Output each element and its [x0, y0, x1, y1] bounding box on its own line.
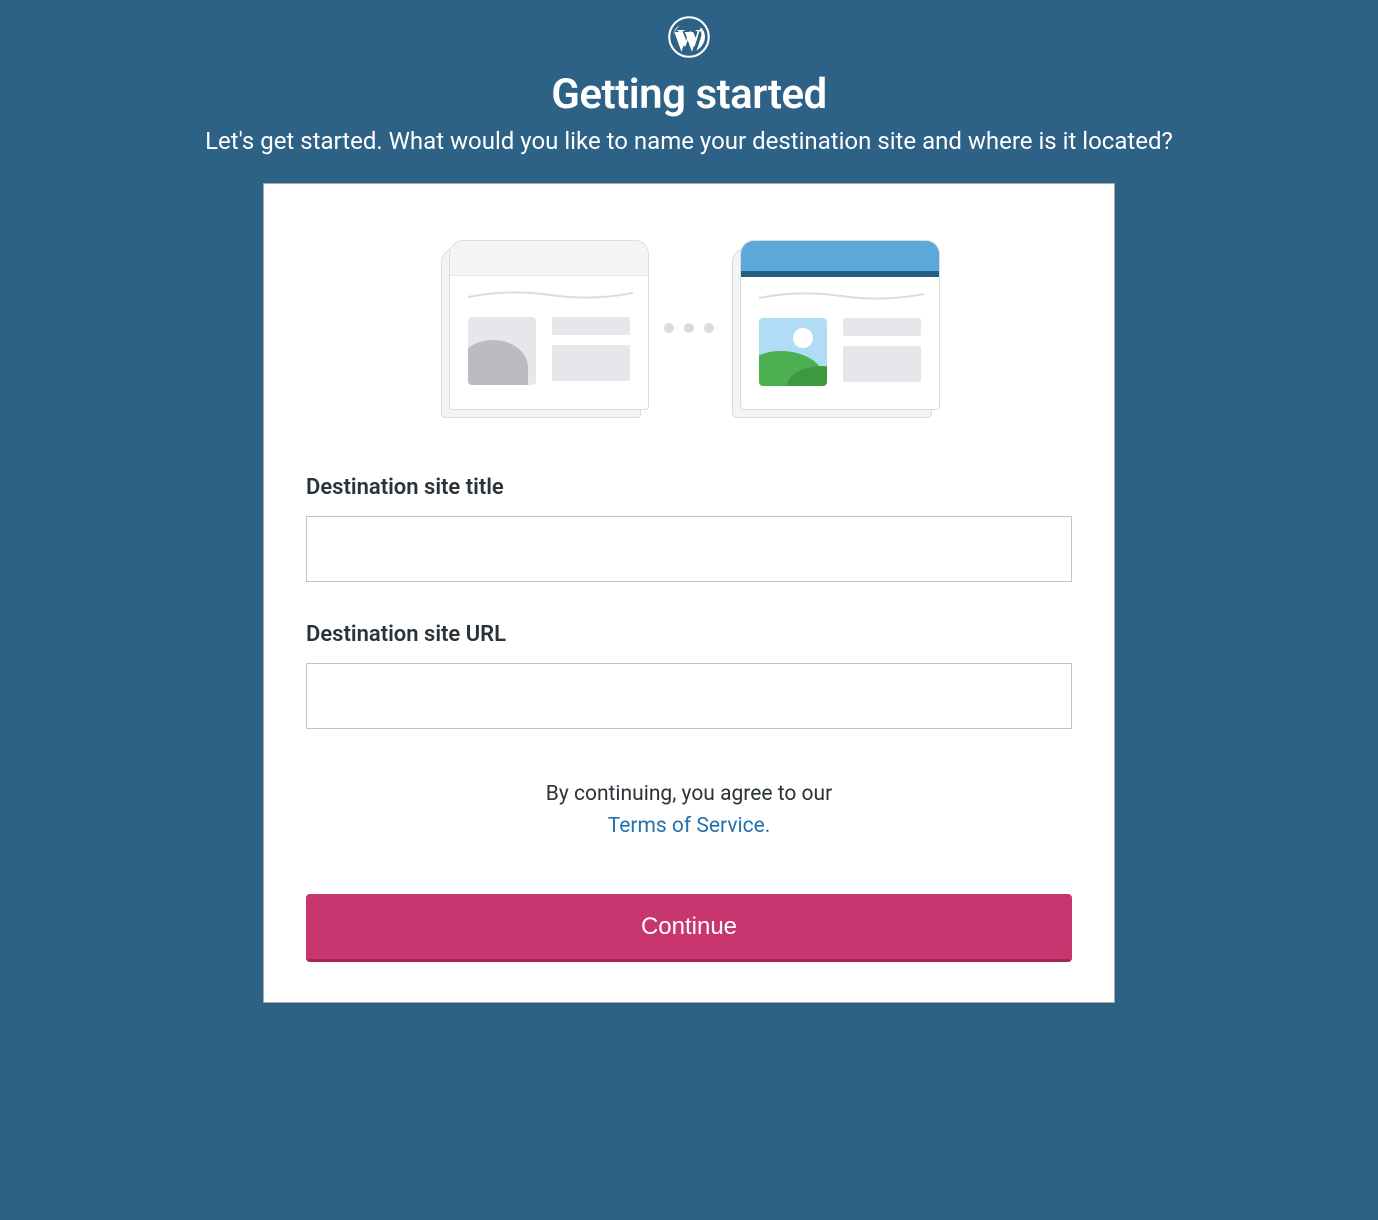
svg-text:W: W [677, 25, 701, 52]
transfer-dots-icon [664, 323, 714, 333]
wordpress-logo-icon: W [668, 16, 710, 58]
grayscale-image-icon [468, 317, 536, 385]
site-url-group: Destination site URL [306, 622, 1072, 729]
setup-card: Destination site title Destination site … [263, 183, 1115, 1003]
tos-text: By continuing, you agree to our Terms of… [306, 779, 1072, 842]
destination-site-preview [732, 240, 937, 415]
site-title-input[interactable] [306, 516, 1072, 582]
color-landscape-icon [759, 318, 827, 386]
page-title: Getting started [0, 70, 1378, 119]
site-url-label: Destination site URL [306, 622, 1072, 647]
continue-button[interactable]: Continue [306, 894, 1072, 962]
migration-illustration [306, 240, 1072, 415]
site-title-group: Destination site title [306, 475, 1072, 582]
tos-link[interactable]: Terms of Service. [608, 814, 771, 838]
site-url-input[interactable] [306, 663, 1072, 729]
site-title-label: Destination site title [306, 475, 1072, 500]
logo-wrapper: W [0, 16, 1378, 58]
page-header: W Getting started Let's get started. Wha… [0, 0, 1378, 155]
page-subtitle: Let's get started. What would you like t… [0, 127, 1378, 155]
tos-prefix: By continuing, you agree to our [546, 782, 832, 806]
source-site-preview [441, 240, 646, 415]
